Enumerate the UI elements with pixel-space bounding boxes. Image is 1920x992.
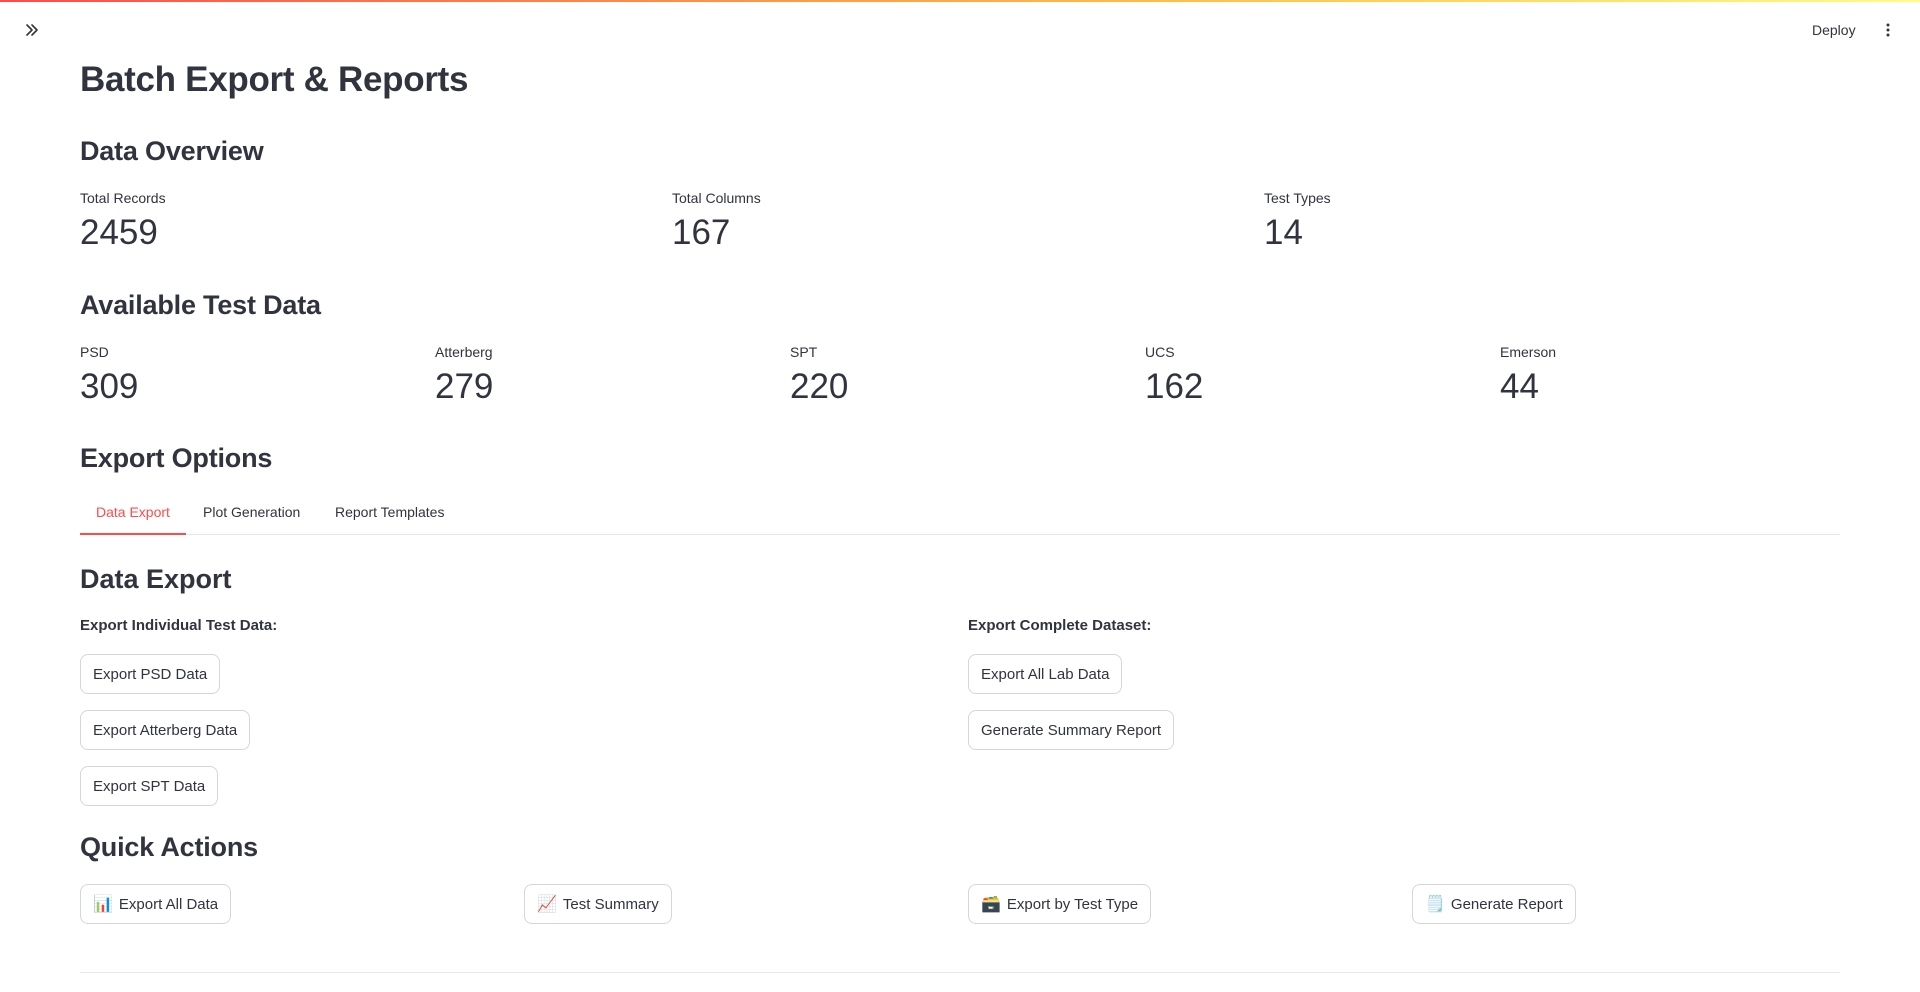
export-psd-button[interactable]: Export PSD Data (80, 654, 221, 694)
button-label: Export All Data (118, 895, 219, 913)
data-export-heading: Data Export (80, 564, 232, 594)
export-all-data-button[interactable]: 📊 Export All Data (80, 884, 232, 924)
page-title: Batch Export & Reports (80, 60, 469, 99)
tab-report-templates[interactable]: Report Templates (319, 494, 460, 535)
complete-export-label: Export Complete Dataset: (968, 617, 1152, 634)
metric-atterberg: Atterberg 279 (435, 343, 493, 409)
sidebar-toggle-button[interactable] (20, 18, 44, 42)
metric-value: 44 (1500, 367, 1539, 406)
metric-label: Atterberg (435, 344, 493, 360)
metric-value: 220 (790, 367, 849, 406)
button-label: Test Summary (562, 895, 659, 913)
generate-report-button[interactable]: 🗒️ Generate Report (1412, 884, 1576, 924)
tab-plot-generation[interactable]: Plot Generation (187, 494, 316, 535)
metric-ucs: UCS 162 (1145, 343, 1203, 409)
export-spt-button[interactable]: Export SPT Data (80, 766, 219, 806)
button-label: Export by Test Type (1006, 895, 1139, 913)
metric-label: Test Types (1264, 190, 1331, 206)
data-overview-heading: Data Overview (80, 136, 264, 166)
metric-value: 2459 (80, 213, 158, 252)
main-menu-button[interactable] (1878, 18, 1898, 42)
tab-data-export[interactable]: Data Export (80, 494, 186, 535)
card-file-box-icon: 🗃️ (981, 896, 1001, 913)
metric-value: 162 (1145, 367, 1204, 406)
double-chevron-right-icon (26, 24, 38, 36)
bar-chart-icon: 📊 (93, 896, 113, 913)
export-atterberg-button[interactable]: Export Atterberg Data (80, 710, 251, 750)
metric-test-types: Test Types 14 (1264, 189, 1331, 255)
trending-up-chart-icon: 📈 (537, 896, 557, 913)
metric-label: UCS (1145, 344, 1175, 360)
notepad-icon: 🗒️ (1425, 896, 1445, 913)
metric-label: PSD (80, 344, 109, 360)
kebab-menu-icon (1886, 23, 1890, 37)
metric-total-columns: Total Columns 167 (672, 189, 761, 255)
individual-export-label: Export Individual Test Data: (80, 617, 278, 634)
export-by-test-type-button[interactable]: 🗃️ Export by Test Type (968, 884, 1152, 924)
metric-value: 279 (435, 367, 494, 406)
metric-label: Total Columns (672, 190, 761, 206)
quick-actions-heading: Quick Actions (80, 832, 258, 862)
section-divider (80, 972, 1840, 973)
metric-value: 167 (672, 213, 731, 252)
export-options-tabs: Data Export Plot Generation Report Templ… (80, 494, 1840, 535)
top-decoration-bar (0, 0, 1920, 2)
generate-summary-report-button[interactable]: Generate Summary Report (968, 710, 1175, 750)
metric-spt: SPT 220 (790, 343, 848, 409)
export-options-heading: Export Options (80, 443, 273, 473)
metric-value: 14 (1264, 213, 1303, 252)
metric-label: Total Records (80, 190, 166, 206)
metric-total-records: Total Records 2459 (80, 189, 166, 255)
metric-label: SPT (790, 344, 818, 360)
deploy-button[interactable]: Deploy (1812, 18, 1856, 42)
metric-psd: PSD 309 (80, 343, 138, 409)
test-summary-button[interactable]: 📈 Test Summary (524, 884, 672, 924)
button-label: Generate Report (1450, 895, 1563, 913)
export-all-lab-data-button[interactable]: Export All Lab Data (968, 654, 1123, 694)
metric-emerson: Emerson 44 (1500, 343, 1556, 409)
metric-label: Emerson (1500, 344, 1557, 360)
metric-value: 309 (80, 367, 139, 406)
available-test-data-heading: Available Test Data (80, 290, 321, 320)
